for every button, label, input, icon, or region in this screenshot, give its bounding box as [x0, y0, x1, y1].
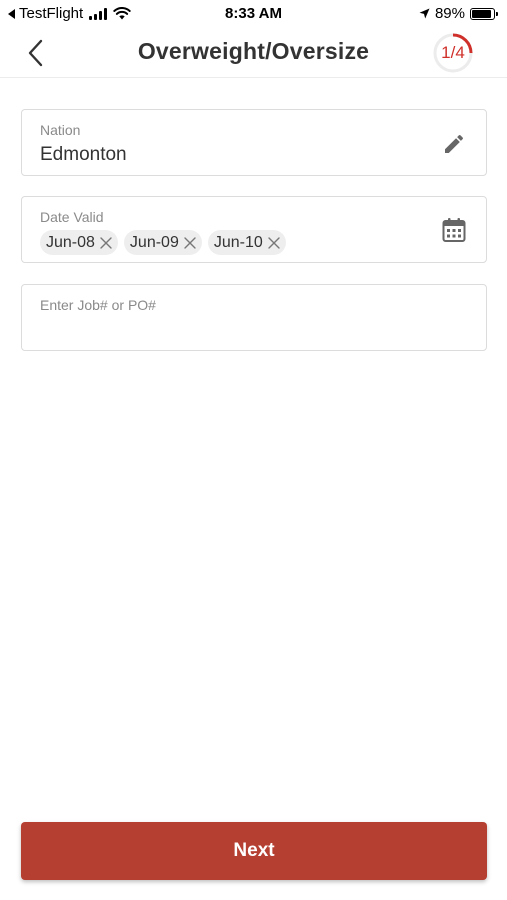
status-left[interactable]: TestFlight: [8, 5, 131, 22]
date-chip[interactable]: Jun-10: [207, 230, 286, 255]
job-po-input[interactable]: Enter Job# or PO#: [21, 284, 487, 351]
date-chip-label: Jun-08: [46, 233, 95, 251]
nation-field[interactable]: Nation Edmonton: [21, 109, 487, 176]
page-title: Overweight/Oversize: [137, 38, 370, 64]
calendar-icon: [442, 218, 466, 242]
edit-nation-button[interactable]: [442, 132, 466, 156]
date-chip-label: Jun-10: [213, 233, 263, 251]
date-chip[interactable]: Jun-09: [123, 230, 202, 255]
date-valid-label: Date Valid: [40, 209, 104, 225]
step-progress-indicator: 1/4: [432, 32, 474, 74]
battery-icon: [470, 7, 498, 20]
remove-date-button[interactable]: [99, 236, 113, 250]
date-valid-field[interactable]: Date Valid Jun-08 Jun-09 Jun-10: [21, 196, 487, 263]
next-button[interactable]: Next: [21, 822, 487, 880]
nation-label: Nation: [40, 122, 81, 138]
job-po-placeholder: Enter Job# or PO#: [40, 297, 156, 313]
remove-date-button[interactable]: [183, 236, 197, 250]
remove-date-button[interactable]: [267, 236, 281, 250]
close-icon: [268, 236, 280, 249]
battery-fill: [472, 9, 491, 18]
wifi-icon: [113, 7, 131, 20]
nation-value: Edmonton: [40, 144, 127, 165]
close-icon: [184, 236, 196, 249]
date-chips: Jun-08 Jun-09 Jun-10: [40, 230, 286, 255]
date-chip-label: Jun-09: [129, 233, 179, 251]
step-counter: 1/4: [441, 43, 465, 62]
back-app-label: TestFlight: [19, 5, 84, 22]
open-calendar-button[interactable]: [442, 217, 466, 242]
battery-percent: 89%: [434, 5, 465, 22]
cellular-signal-icon: [89, 7, 108, 20]
close-icon: [100, 236, 112, 249]
location-arrow-icon: [419, 8, 430, 19]
pencil-icon: [445, 134, 464, 153]
date-chip[interactable]: Jun-08: [40, 230, 118, 255]
nav-header: Overweight/Oversize 1/4: [0, 28, 507, 78]
status-bar: TestFlight 8:33 AM 89%: [0, 0, 507, 28]
status-right: 89%: [419, 5, 498, 22]
back-to-app-icon: [8, 8, 15, 19]
